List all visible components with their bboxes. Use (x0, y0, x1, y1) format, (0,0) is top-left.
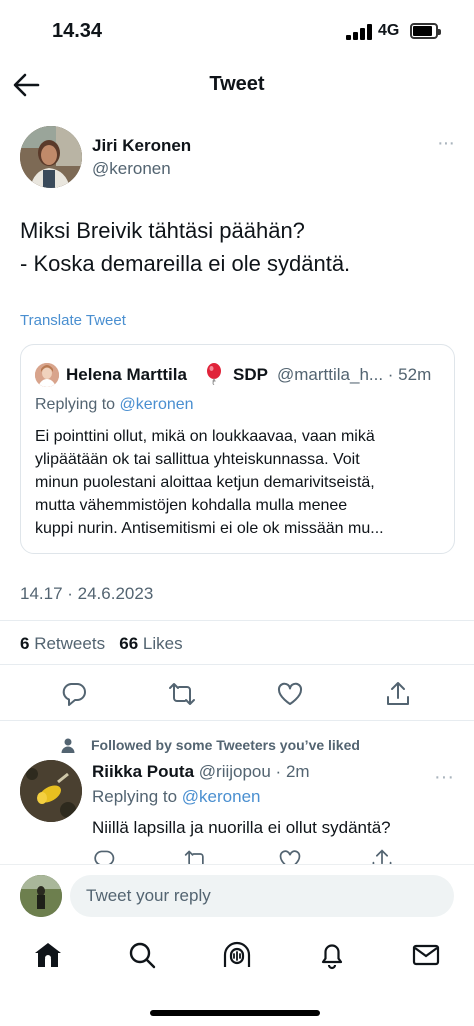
tweet-text-line: - Koska demareilla ei ole sydäntä. (20, 251, 351, 276)
social-context-text: Followed by some Tweeters you’ve liked (91, 737, 360, 753)
divider (0, 620, 474, 621)
reply-actions (0, 846, 474, 866)
person-icon (61, 738, 75, 753)
status-bar: 14.34 4G (0, 0, 474, 60)
header: Tweet (0, 60, 474, 110)
reply-replying-to: Replying to @keronen (92, 787, 260, 807)
notifications-icon[interactable] (317, 940, 347, 970)
quote-handle-time: @marttila_h... · 52m (277, 365, 432, 384)
quote-author-name: Helena Marttila (66, 365, 187, 384)
tweet-text-line: Miksi Breivik tähtäsi päähän? (20, 218, 305, 243)
tweet-author: Jiri Keronen @keronen ··· (20, 126, 455, 190)
tweet-stats: 6 Retweets 66 Likes (20, 634, 183, 654)
retweet-icon[interactable] (168, 680, 196, 708)
author-avatar[interactable] (20, 126, 82, 188)
divider (0, 664, 474, 665)
page-title: Tweet (209, 73, 265, 95)
tweet-actions (0, 680, 474, 712)
replying-prefix: Replying to (92, 787, 182, 806)
messages-icon[interactable] (411, 940, 441, 970)
signal-icon (346, 24, 372, 40)
my-avatar[interactable] (20, 875, 62, 917)
tweet-text: Miksi Breivik tähtäsi päähän? - Koska de… (20, 214, 454, 280)
reply-avatar[interactable] (20, 760, 82, 822)
likes-count: 66 (119, 634, 139, 653)
more-options-icon[interactable]: ··· (437, 133, 455, 153)
status-time: 14.34 (52, 20, 103, 42)
quote-avatar (35, 363, 59, 387)
quoted-tweet[interactable]: Helena Marttila SDP @marttila_h... · 52m… (20, 344, 455, 554)
spaces-icon[interactable] (222, 940, 252, 970)
author-handle[interactable]: @keronen (92, 159, 171, 179)
search-icon[interactable] (127, 940, 157, 970)
quote-body-line: kuppi nurin. Antisemitismi ei ole ok mis… (35, 520, 384, 537)
retweets-stat[interactable]: 6 Retweets (20, 634, 105, 653)
quote-body-line: Ei pointtini ollut, mikä on loukkaavaa, … (35, 428, 375, 445)
reply-icon[interactable] (60, 680, 88, 708)
quote-body-line: mutta vähemmistöjen kohdalla mulla menee (35, 497, 348, 514)
bottom-tab-bar (0, 928, 474, 988)
reply-author-name: Riikka Pouta (92, 762, 195, 781)
home-indicator[interactable] (150, 1010, 320, 1016)
home-icon[interactable] (33, 940, 63, 970)
share-icon[interactable] (384, 680, 412, 708)
quote-body-line: ylipäätään ok tai sallittua yhteiskunnas… (35, 451, 360, 468)
like-icon[interactable] (276, 680, 304, 708)
author-name[interactable]: Jiri Keronen (92, 136, 191, 156)
mention-link[interactable]: @keronen (182, 787, 261, 806)
balloon-icon (205, 363, 223, 386)
reply-author[interactable]: Riikka Pouta @riijopou · 2m (92, 762, 310, 782)
translate-link[interactable]: Translate Tweet (20, 312, 126, 329)
divider (0, 720, 474, 721)
reply-input[interactable] (70, 875, 454, 917)
quote-body-line: minun puolestani aloittaa ketjun demariv… (35, 474, 375, 491)
more-options-icon[interactable]: ··· (434, 767, 454, 787)
reply-composer (0, 864, 474, 928)
quote-replying-to: Replying to @keronen (35, 396, 194, 414)
quote-party: SDP (233, 365, 268, 384)
quote-header: Helena Marttila SDP @marttila_h... · 52m (35, 363, 442, 387)
reply-text: Niillä lapsilla ja nuorilla ei ollut syd… (92, 818, 391, 837)
likes-stat[interactable]: 66 Likes (119, 634, 182, 653)
network-type: 4G (378, 22, 400, 39)
mention-link[interactable]: @keronen (120, 396, 194, 413)
tweet-timestamp: 14.17 · 24.6.2023 (20, 584, 154, 603)
replying-prefix: Replying to (35, 396, 120, 413)
quote-body: Ei pointtini ollut, mikä on loukkaavaa, … (35, 425, 440, 540)
reply-meta: @riijopou · 2m (194, 762, 310, 781)
retweets-label: Retweets (34, 634, 106, 653)
likes-label: Likes (142, 634, 183, 653)
battery-icon (410, 23, 441, 39)
retweets-count: 6 (20, 634, 30, 653)
